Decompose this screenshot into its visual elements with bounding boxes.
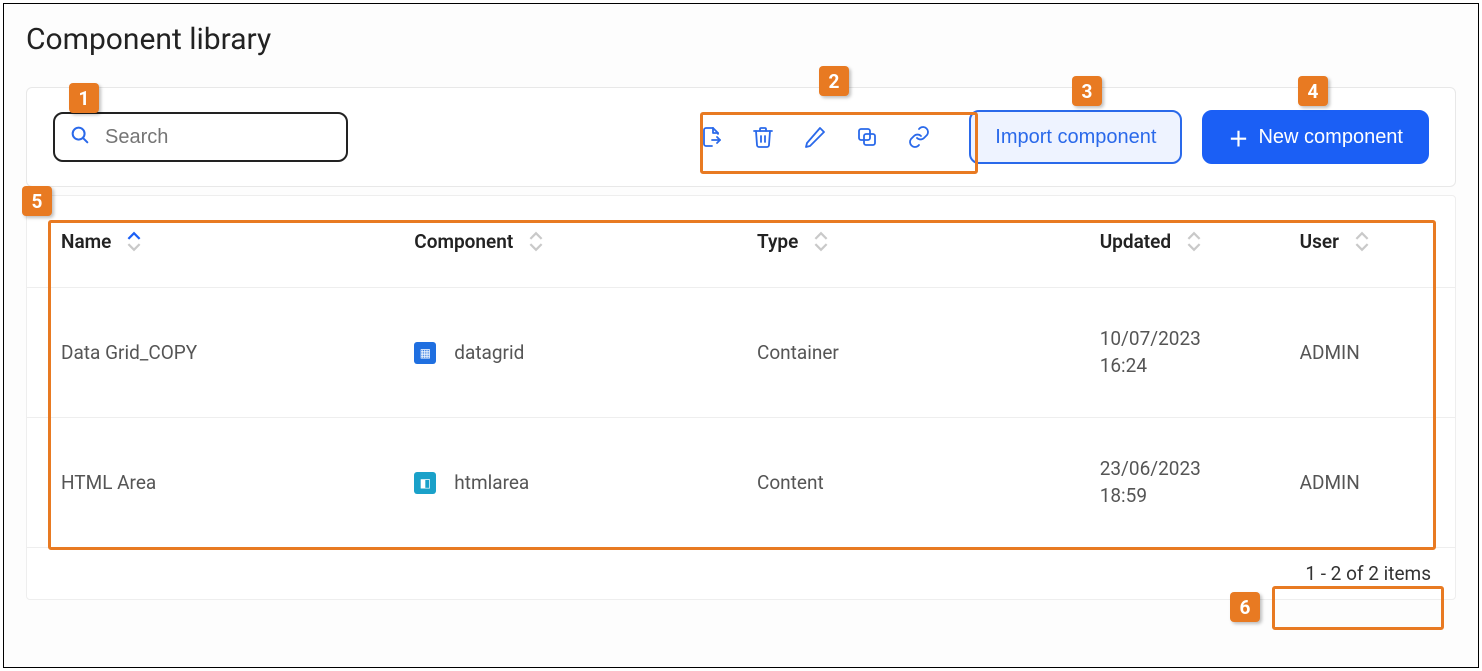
sort-icon xyxy=(1355,231,1369,252)
callout-1: 1 xyxy=(69,83,99,113)
col-user-label: User xyxy=(1300,230,1339,253)
plus-icon: ＋ xyxy=(1228,123,1248,152)
copy-icon[interactable] xyxy=(855,125,879,149)
sort-icon xyxy=(529,231,543,252)
cell-component: ▦datagrid xyxy=(398,288,741,418)
import-button[interactable]: Import component xyxy=(969,110,1182,164)
col-type[interactable]: Type xyxy=(741,196,1084,288)
callout-2: 2 xyxy=(819,66,849,96)
component-type-icon: ◧ xyxy=(414,472,436,494)
cell-component: ◧htmlarea xyxy=(398,418,741,548)
callout-4: 4 xyxy=(1298,76,1328,106)
table-card: Name Component xyxy=(26,195,1456,600)
col-component-label: Component xyxy=(414,230,513,253)
search-input[interactable] xyxy=(105,126,332,149)
table-row[interactable]: Data Grid_COPY▦datagridContainer10/07/20… xyxy=(27,288,1455,418)
cell-type: Container xyxy=(741,288,1084,418)
cell-updated: 10/07/202316:24 xyxy=(1084,288,1284,418)
cell-type: Content xyxy=(741,418,1084,548)
col-updated-label: Updated xyxy=(1100,230,1171,253)
callout-6: 6 xyxy=(1230,592,1260,622)
search-box[interactable] xyxy=(53,112,348,162)
pager-text: 1 - 2 of 2 items xyxy=(1305,562,1431,585)
cell-updated: 23/06/202318:59 xyxy=(1084,418,1284,548)
export-icon[interactable] xyxy=(699,125,723,149)
component-type-icon: ▦ xyxy=(414,342,436,364)
sort-icon xyxy=(814,231,828,252)
sort-icon xyxy=(127,231,141,252)
callout-5: 5 xyxy=(22,186,52,216)
components-table: Name Component xyxy=(27,196,1455,548)
table-row[interactable]: HTML Area◧htmlareaContent23/06/202318:59… xyxy=(27,418,1455,548)
trash-icon[interactable] xyxy=(751,125,775,149)
col-type-label: Type xyxy=(757,230,798,253)
edit-icon[interactable] xyxy=(803,125,827,149)
new-component-label: New component xyxy=(1258,126,1403,149)
new-component-button[interactable]: ＋ New component xyxy=(1202,110,1429,164)
link-icon[interactable] xyxy=(907,125,931,149)
cell-user: ADMIN xyxy=(1284,418,1455,548)
col-name[interactable]: Name xyxy=(27,196,398,288)
search-icon xyxy=(69,124,91,150)
cell-name: Data Grid_COPY xyxy=(27,288,398,418)
action-bar xyxy=(681,115,949,159)
col-name-label: Name xyxy=(61,230,111,253)
page-title: Component library xyxy=(26,22,1456,57)
cell-user: ADMIN xyxy=(1284,288,1455,418)
col-updated[interactable]: Updated xyxy=(1084,196,1284,288)
col-user[interactable]: User xyxy=(1284,196,1455,288)
cell-name: HTML Area xyxy=(27,418,398,548)
col-component[interactable]: Component xyxy=(398,196,741,288)
toolbar: Import component ＋ New component xyxy=(26,87,1456,187)
callout-3: 3 xyxy=(1072,76,1102,106)
sort-icon xyxy=(1187,231,1201,252)
